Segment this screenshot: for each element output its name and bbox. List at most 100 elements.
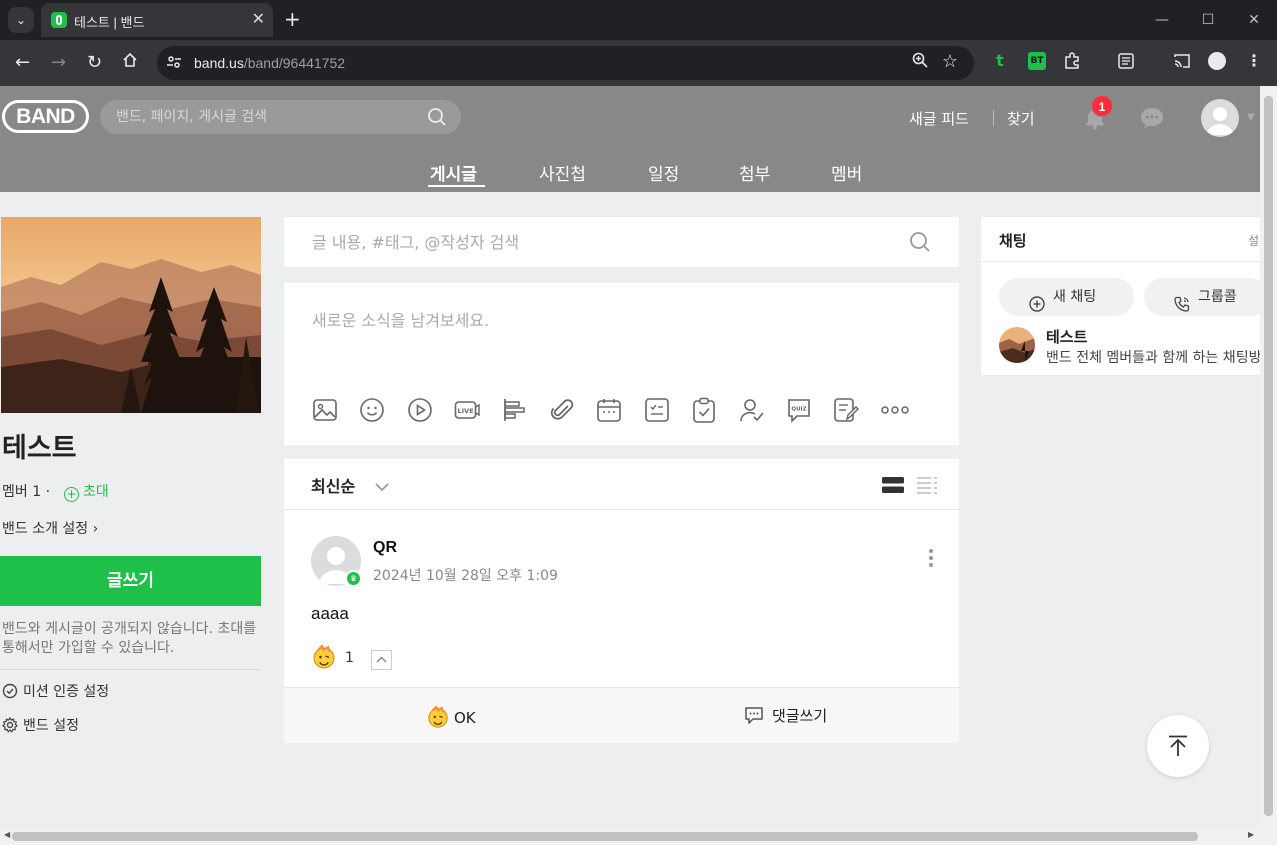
band-logo[interactable]: BAND [2,100,89,133]
global-search[interactable] [100,100,461,134]
url-path: /band/96441752 [243,55,346,71]
tab-search-icon[interactable]: ⌄ [8,7,34,33]
window-controls: — ☐ ✕ [1139,0,1277,40]
chevron-up-icon[interactable] [371,650,392,670]
scroll-left-icon[interactable]: ◀ [4,830,10,839]
tab-attachments[interactable]: 첨부 [739,160,770,185]
search-icon[interactable] [427,107,447,131]
compose-placeholder[interactable]: 새로운 소식을 남겨보세요. [312,307,489,331]
band-setting-link[interactable]: 밴드 설정 [2,715,79,737]
band-intro-setting-link[interactable]: 밴드 소개 설정 › [2,518,98,538]
reload-icon[interactable]: ↻ [87,52,102,74]
tab-close-icon[interactable]: ✕ [252,9,265,28]
compose-toolbar: LIVE QUIZ [312,396,928,424]
browser-menu-icon[interactable]: ⋮ [1245,52,1263,70]
post-search-icon[interactable] [909,231,931,257]
vertical-scrollbar[interactable] [1260,86,1277,828]
global-search-input[interactable] [116,107,416,127]
chatroom-name[interactable]: 테스트 [1046,326,1087,347]
new-feed-link[interactable]: 새글 피드 [909,108,969,129]
new-chat-button[interactable]: 새 채팅 [999,278,1134,316]
window-close-button[interactable]: ✕ [1231,0,1277,40]
extension-t-icon[interactable]: t [991,52,1009,70]
extensions-puzzle-icon[interactable] [1063,52,1081,70]
chat-panel: 채팅 설정 새 채팅 그룹콜 테스트 밴드 전체 멤버들과 함께 하는 채팅방 [981,217,1260,375]
minimize-button[interactable]: — [1139,0,1185,40]
band-name[interactable]: 테스트 [2,426,77,465]
chatroom-description[interactable]: 밴드 전체 멤버들과 함께 하는 채팅방 [1046,347,1260,367]
browser-toolbar: ← → ↻ band.us/band/96441752 ☆ [0,40,1277,86]
horizontal-scrollbar[interactable]: ◀ ▶ [0,828,1277,845]
chat-divider [981,261,1260,262]
chat-bubble-icon[interactable] [1140,107,1164,133]
calendar-icon[interactable] [596,396,643,424]
post-author[interactable]: QR [373,539,397,557]
scroll-to-top-button[interactable] [1147,715,1209,777]
bookmark-star-icon[interactable]: ☆ [942,51,958,72]
cast-icon[interactable] [1173,52,1191,70]
attachment-icon[interactable] [549,396,596,424]
card-view-icon[interactable] [882,476,904,498]
band-page: BAND 새글 피드 찾기 1 ▼ 게시글 사진첩 일정 첨부 멤버 [0,86,1260,828]
forward-icon[interactable]: → [51,52,66,74]
checklist-icon[interactable] [644,396,691,424]
extension-bt-icon[interactable]: BT [1028,52,1046,70]
post-search-input[interactable] [312,231,872,253]
zoom-icon[interactable] [912,52,928,72]
tab-photos[interactable]: 사진첩 [539,160,586,185]
tab-members[interactable]: 멤버 [831,160,862,185]
tab-calendar[interactable]: 일정 [648,160,679,185]
header-divider [993,110,994,126]
mission-setting-link[interactable]: 미션 인증 설정 [2,681,109,703]
quiz-icon[interactable]: QUIZ [786,396,833,424]
browser-tab[interactable]: 테스트 | 밴드 ✕ [41,3,273,37]
active-tab-underline [428,185,485,187]
leader-crown-icon: ♛ [345,570,362,587]
chevron-down-icon [375,477,389,496]
vertical-scrollbar-thumb[interactable] [1264,96,1273,816]
scroll-right-icon[interactable]: ▶ [1248,830,1254,839]
sort-dropdown[interactable]: 최신순 [311,473,389,497]
attendance-icon[interactable] [739,396,786,424]
feed-card: 최신순 ♛ QR 2024년 10월 28일 오후 1:09 aaaa 1 OK… [284,459,959,743]
view-toggle [882,476,937,498]
horizontal-scrollbar-thumb[interactable] [12,832,1198,841]
new-chat-label: 새 채팅 [1053,289,1097,305]
chat-setting-link[interactable]: 설정 [1248,232,1260,249]
back-icon[interactable]: ← [15,52,30,74]
band-cover-image[interactable] [1,217,261,413]
chatroom-avatar[interactable] [999,327,1035,363]
chevron-down-icon[interactable]: ▼ [1247,112,1255,123]
list-view-icon[interactable] [917,476,937,498]
home-icon[interactable] [122,52,138,74]
comment-button[interactable]: 댓글쓰기 [744,705,827,726]
live-icon[interactable]: LIVE [454,396,501,424]
invite-label: 초대 [83,484,109,500]
left-divider [0,669,260,670]
reading-list-icon[interactable] [1117,52,1135,70]
todo-icon[interactable] [691,396,738,424]
write-post-button[interactable]: 글쓰기 [0,556,261,606]
post-menu-icon[interactable] [929,549,933,570]
post-date[interactable]: 2024년 10월 28일 오후 1:09 [373,565,558,585]
more-icon[interactable] [880,396,928,424]
poll-icon[interactable] [502,396,549,424]
group-call-button[interactable]: 그룹콜 [1144,278,1260,316]
form-icon[interactable] [833,396,880,424]
maximize-button[interactable]: ☐ [1185,0,1231,40]
find-link[interactable]: 찾기 [1007,108,1035,129]
video-icon[interactable] [407,396,454,424]
site-info-icon[interactable] [166,54,184,72]
tab-posts[interactable]: 게시글 [430,160,477,185]
photo-icon[interactable] [312,396,359,424]
mission-setting-label: 미션 인증 설정 [23,684,110,700]
address-bar[interactable]: band.us/band/96441752 ☆ [157,46,974,80]
ok-button[interactable]: OK [426,705,476,729]
emoji-icon[interactable] [359,396,406,424]
phone-call-icon [1174,289,1190,327]
invite-link[interactable]: + 초대 [64,481,109,502]
user-avatar[interactable] [1201,99,1239,137]
profile-avatar-icon[interactable] [1208,52,1226,70]
member-count[interactable]: 멤버 1 · [2,481,50,501]
new-tab-button[interactable]: + [284,7,301,31]
